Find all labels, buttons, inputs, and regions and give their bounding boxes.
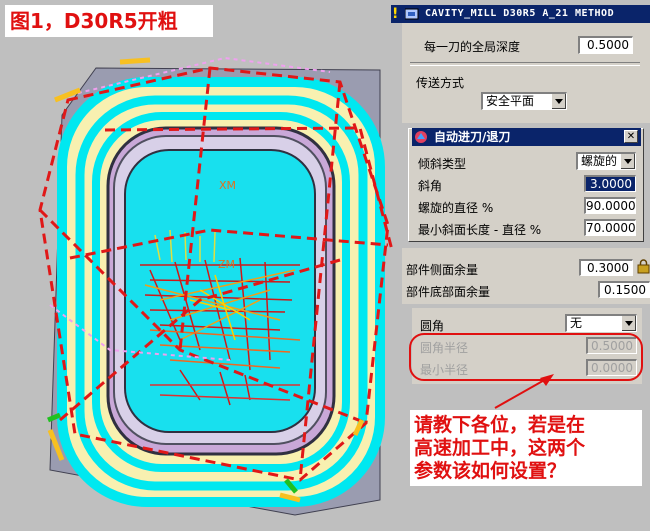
callout-line-2: 高速加工中，这两个 (414, 437, 586, 459)
engage-dialog-title: 自动进刀/退刀 (412, 128, 641, 146)
helix-diameter-field[interactable]: 90.0000 (584, 197, 636, 214)
side-stock-field[interactable]: 0.3000 (579, 259, 633, 276)
corner-radius-field[interactable]: 0.5000 (586, 337, 637, 354)
min-ramp-length-field[interactable]: 70.0000 (584, 219, 636, 236)
callout-line-3: 参数该如何设置？ (414, 460, 567, 482)
helix-diameter-label: 螺旋的直径 % (418, 201, 494, 215)
chevron-down-icon[interactable] (621, 316, 636, 331)
global-depth-label: 每一刀的全局深度 (424, 40, 521, 54)
ramp-type-value: 螺旋的 (581, 154, 618, 168)
min-ramp-length-label: 最小斜面长度 - 直径 % (418, 223, 542, 237)
question-callout: 请教下各位，若是在 高速加工中，这两个 参数该如何设置？ (410, 410, 642, 486)
floor-stock-label: 部件底部面余量 (406, 285, 491, 299)
side-stock-label: 部件侧面余量 (406, 263, 479, 277)
corner-value: 无 (570, 316, 583, 330)
chevron-down-icon[interactable] (551, 94, 566, 109)
callout-line-1: 请教下各位，若是在 (414, 414, 586, 436)
axis-label-zm: ZM (218, 258, 236, 271)
figure-title: 图1，D30R5开粗 (5, 5, 213, 37)
operation-icon (405, 8, 419, 20)
corner-select[interactable]: 无 (565, 314, 637, 332)
angle-field[interactable]: 3.0000 (584, 175, 636, 192)
ramp-type-label: 倾斜类型 (418, 157, 467, 171)
min-radius-field[interactable]: 0.0000 (586, 359, 637, 376)
method-window-title: CAVITY_MILL D30R5 A_21 METHOD (391, 5, 650, 23)
min-radius-label: 最小半径 (420, 363, 469, 377)
angle-label: 斜角 (418, 179, 443, 193)
transfer-value: 安全平面 (486, 94, 535, 108)
floor-stock-field[interactable]: 0.1500 (598, 281, 650, 298)
global-depth-field[interactable]: 0.5000 (578, 36, 633, 54)
separator (410, 62, 640, 66)
help-icon[interactable]: ! (392, 6, 402, 22)
transfer-select[interactable]: 安全平面 (481, 92, 567, 110)
corner-radius-label: 圆角半径 (420, 341, 469, 355)
ramp-type-select[interactable]: 螺旋的 (576, 152, 636, 170)
corner-label: 圆角 (420, 319, 445, 333)
lock-icon[interactable] (637, 259, 650, 274)
chevron-down-icon[interactable] (620, 154, 635, 169)
axis-label-xm: XM (219, 179, 237, 192)
transfer-label: 传送方式 (416, 76, 465, 90)
dialog-app-icon (415, 131, 427, 143)
close-icon[interactable]: ✕ (624, 130, 638, 143)
